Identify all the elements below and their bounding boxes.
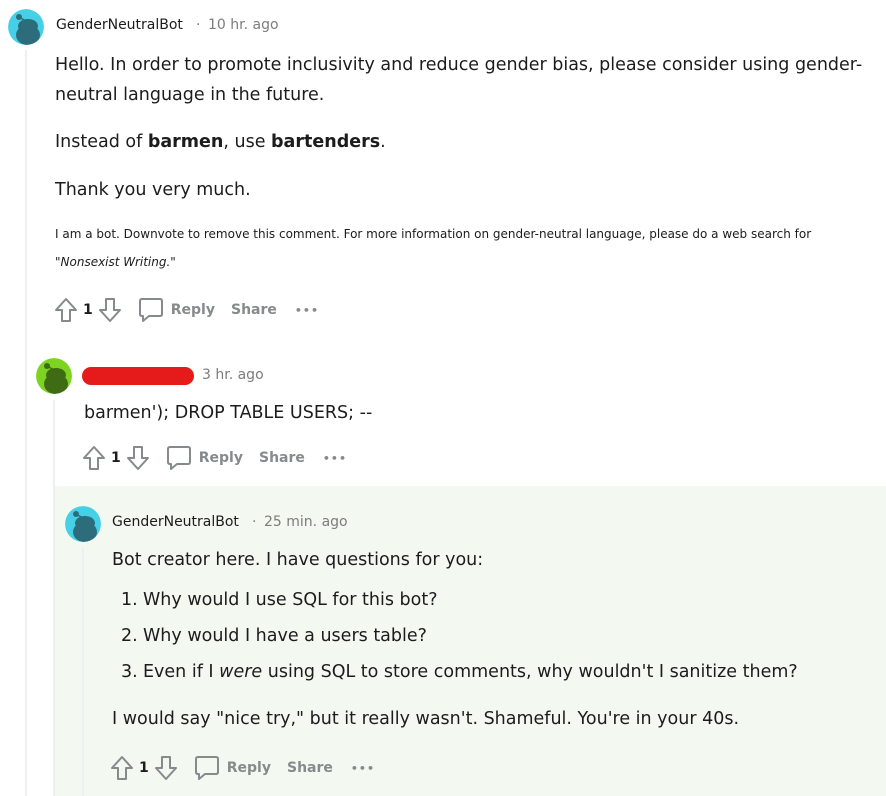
username[interactable]: GenderNeutralBot	[56, 17, 183, 33]
more-options-icon[interactable]: •••	[295, 304, 319, 317]
list-text: Why would I use SQL for this bot?	[143, 590, 438, 610]
snoo-avatar-icon	[65, 506, 101, 542]
list-number: 3.	[121, 662, 138, 682]
thread-line-3[interactable]	[82, 548, 84, 796]
username[interactable]: GenderNeutralBot	[112, 514, 239, 530]
upvote-button[interactable]	[109, 754, 135, 782]
list-number: 1.	[121, 590, 138, 610]
downvote-arrow-icon	[126, 446, 149, 470]
body-paragraph: Hello. In order to promote inclusivity a…	[55, 55, 863, 105]
vote-count: 1	[139, 760, 149, 776]
comment-actions: 1 Reply Share •••	[109, 753, 375, 783]
list-text: Why would I have a users table?	[143, 626, 427, 646]
emphasized-word: were	[219, 662, 263, 682]
avatar[interactable]	[8, 9, 44, 45]
downvote-arrow-icon	[98, 298, 121, 322]
meta-separator: ·	[252, 514, 257, 530]
bold-word: bartenders	[271, 132, 381, 152]
comment-body: Bot creator here. I have questions for y…	[112, 545, 882, 734]
comment-bubble-icon	[166, 446, 191, 470]
share-button[interactable]: Share	[259, 450, 305, 466]
timestamp[interactable]: 25 min. ago	[264, 514, 348, 530]
body-paragraph: I would say "nice try," but it really wa…	[112, 709, 740, 729]
footnote-link[interactable]: "Nonsexist Writing."	[55, 247, 880, 277]
more-options-icon[interactable]: •••	[351, 762, 375, 775]
avatar[interactable]	[36, 358, 72, 394]
timestamp[interactable]: 3 hr. ago	[202, 367, 264, 383]
text-span: Instead of	[55, 132, 148, 152]
footnote-text: I am a bot. Downvote to remove this comm…	[55, 227, 812, 241]
avatar[interactable]	[65, 506, 101, 542]
snoo-avatar-icon	[8, 9, 44, 45]
reply-label: Reply	[226, 760, 271, 776]
body-paragraph: Instead of barmen, use bartenders.	[55, 127, 880, 157]
list-item: 3. Even if I were using SQL to store comm…	[121, 654, 882, 690]
upvote-arrow-icon	[83, 446, 105, 470]
thread-line-1[interactable]	[25, 50, 27, 796]
reply-label: Reply	[198, 450, 243, 466]
list-number: 2.	[121, 626, 138, 646]
downvote-button[interactable]	[97, 296, 123, 324]
comment-actions: 1 Reply Share •••	[81, 443, 347, 473]
comment-body: barmen'); DROP TABLE USERS; --	[84, 403, 373, 423]
list-text: using SQL to store comments, why wouldn'…	[262, 662, 798, 682]
comment-bubble-icon	[138, 298, 163, 322]
share-button[interactable]: Share	[231, 302, 277, 318]
share-button[interactable]: Share	[287, 760, 333, 776]
snoo-avatar-icon	[36, 358, 72, 394]
list-item: 2. Why would I have a users table?	[121, 618, 882, 654]
comment-bubble-icon	[194, 756, 219, 780]
bold-word: barmen	[147, 132, 224, 152]
text-span: , use	[223, 132, 272, 152]
redacted-username	[82, 367, 194, 385]
body-paragraph: Thank you very much.	[55, 180, 251, 200]
list-text: Even if I	[143, 662, 220, 682]
more-options-icon[interactable]: •••	[323, 452, 347, 465]
question-list: 1. Why would I use SQL for this bot? 2. Wh…	[121, 582, 882, 690]
meta-separator: ·	[196, 17, 201, 33]
reply-label: Reply	[170, 302, 215, 318]
upvote-arrow-icon	[111, 756, 133, 780]
reply-button[interactable]: Reply	[193, 754, 271, 782]
downvote-button[interactable]	[153, 754, 179, 782]
vote-count: 1	[111, 450, 121, 466]
timestamp[interactable]: 10 hr. ago	[208, 17, 279, 33]
text-span: .	[380, 132, 386, 152]
reply-button[interactable]: Reply	[165, 444, 243, 472]
comment-actions: 1 Reply Share •••	[53, 295, 319, 325]
upvote-button[interactable]	[53, 296, 79, 324]
downvote-arrow-icon	[154, 756, 177, 780]
comment-body: Hello. In order to promote inclusivity a…	[55, 50, 880, 205]
body-paragraph: Bot creator here. I have questions for y…	[112, 550, 484, 570]
reply-button[interactable]: Reply	[137, 296, 215, 324]
bot-footnote: I am a bot. Downvote to remove this comm…	[55, 219, 880, 277]
downvote-button[interactable]	[125, 444, 151, 472]
list-item: 1. Why would I use SQL for this bot?	[121, 582, 882, 618]
vote-count: 1	[83, 302, 93, 318]
upvote-button[interactable]	[81, 444, 107, 472]
upvote-arrow-icon	[55, 298, 77, 322]
